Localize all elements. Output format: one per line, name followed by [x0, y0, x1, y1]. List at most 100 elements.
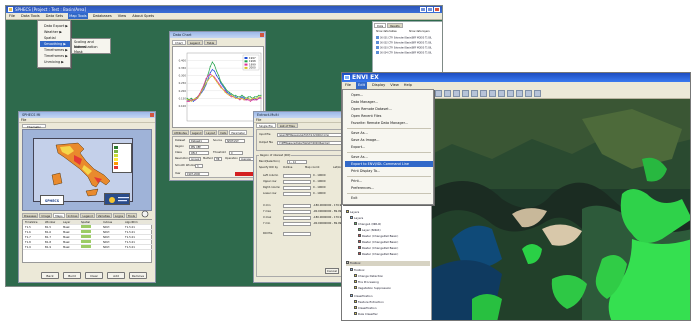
menu-item-highlighted[interactable]: Export to ENVI/IDL Command Line [345, 161, 433, 167]
tab-parameter[interactable]: Parameter [229, 130, 247, 135]
envi-menu-view[interactable]: View [390, 82, 399, 89]
annotate-icon[interactable] [525, 90, 532, 97]
smooth-field[interactable]: 3 [195, 164, 203, 168]
add-button[interactable]: Add [107, 272, 125, 279]
tree-node[interactable]: Toolbox [350, 268, 365, 273]
tab-thematic[interactable]: Thematic [22, 124, 46, 129]
tab-list-of-files[interactable]: List of files [276, 123, 298, 128]
open-icon[interactable] [435, 90, 442, 97]
tab-indices[interactable]: Indices [65, 213, 80, 218]
threshold-field[interactable]: 0 [229, 151, 243, 155]
select-icon[interactable] [498, 90, 505, 97]
list-item[interactable]: 00 004 CTP: Extracted Basin/BRF MODIS T1… [376, 51, 442, 55]
close-icon[interactable] [150, 113, 154, 117]
menu-map-tools[interactable]: Map Tools [68, 13, 88, 19]
menu-item[interactable]: Preferences... [345, 185, 433, 191]
tab-attributes[interactable]: Attributes [172, 130, 189, 135]
tree-node[interactable]: Raster (ChangeDet Basin) [358, 240, 398, 245]
input-file-field[interactable]: /spec/MFMeasure/sp/TAS7/2.6/2000/comp [277, 133, 347, 137]
menu-item[interactable]: Save As... [345, 154, 433, 160]
tree-node[interactable]: Layers [346, 210, 359, 215]
option-map-coordi-radio[interactable]: Map coordi [305, 166, 319, 170]
tree-node-header[interactable]: Toolbox [346, 261, 430, 266]
tree-node[interactable]: Layer (NIR-R) [358, 228, 381, 233]
output-file-field[interactable]: Y:/MFMeasure/Data/TAGS07/0000/Rep/Cell [277, 141, 347, 145]
ymin-field[interactable] [283, 222, 311, 226]
menu-item[interactable]: Open Recent Files [345, 113, 433, 119]
show-tables-checkbox[interactable]: Show data tables [376, 30, 397, 34]
menu-file[interactable]: File [8, 13, 16, 19]
tab-legend2[interactable]: Legend [189, 130, 204, 135]
tab-legend[interactable]: Legend [186, 40, 203, 45]
tab-logos[interactable]: Logos [112, 213, 126, 218]
menu-view[interactable]: View [117, 13, 128, 19]
lower-row-field[interactable] [283, 192, 311, 196]
maximize-icon[interactable] [427, 7, 433, 12]
envi-menu-edit[interactable]: Edit [356, 82, 367, 89]
menu-about[interactable]: About Spets [131, 13, 155, 19]
menu-data-sets[interactable]: Data Sets [45, 13, 65, 19]
envi-menu-display[interactable]: Display [372, 82, 385, 89]
minimize-icon[interactable] [420, 7, 426, 12]
list-item[interactable]: 00 001 CTP: Extracted Basin/BRF MODIS T1… [376, 36, 442, 40]
tree-node[interactable]: Classification [354, 306, 377, 311]
italy-map[interactable]: SPHECS [33, 138, 133, 205]
menu-item[interactable]: Favorite: Remote Data Manager... [345, 120, 433, 126]
cancel-button[interactable]: Cancel [325, 268, 339, 274]
tab-chart[interactable]: Chart [172, 40, 186, 45]
list-item[interactable]: 00 002 CTP: Extracted Basin/BRF MODIS T1… [376, 41, 442, 45]
rotate-icon[interactable] [489, 90, 496, 97]
tree-node[interactable]: Feature Extraction [354, 300, 384, 305]
menu-item[interactable]: Export... [345, 144, 433, 150]
tree-node[interactable]: Change1 (NIR-R) [354, 222, 381, 227]
tab-data[interactable]: Data [374, 23, 387, 28]
band-field[interactable]: 1 - 14 [287, 160, 307, 164]
menu-item[interactable]: Save As Image... [345, 137, 433, 143]
crosshair-icon[interactable] [507, 90, 514, 97]
tree-node[interactable]: Raster (ChangeDet Basin) [358, 252, 398, 257]
submenu-item[interactable]: Mask [74, 50, 110, 55]
resolution-field[interactable]: Annual [189, 157, 201, 161]
option-outline-radio[interactable]: Outline [283, 166, 292, 170]
menu-item[interactable]: Save As... [345, 130, 433, 136]
tab-single-file[interactable]: Single file [256, 123, 276, 128]
satellite-image-view[interactable] [432, 99, 690, 320]
list-item[interactable]: 00 003 CTP: Extracted Basin/BRF MODIS T1… [376, 46, 442, 50]
tree-node[interactable]: Raster (ChangeDet Basin) [358, 234, 398, 239]
menu-data-tools[interactable]: Data Tools [20, 13, 41, 19]
tree-node[interactable]: Change Detection [354, 274, 383, 279]
tab-results[interactable]: Results [387, 23, 403, 28]
pan-icon[interactable] [480, 90, 487, 97]
tab-varieties[interactable]: Varieties [95, 213, 112, 218]
back-button[interactable]: Back [41, 272, 59, 279]
menu-item[interactable]: Data Manager... [345, 99, 433, 105]
left-column-field[interactable] [283, 174, 311, 178]
region-field[interactable]: PIN_CEE [189, 145, 209, 149]
tab-layout[interactable]: Layout [204, 130, 218, 135]
measure-icon[interactable] [534, 90, 541, 97]
tab-cells[interactable]: Cells [218, 130, 229, 135]
remove-button[interactable]: Remove [129, 272, 147, 279]
table-row[interactable]: T1-9 B1-9 Mask NDVI T1-5.01 [23, 245, 153, 250]
tab-maps[interactable]: Maps [53, 213, 65, 218]
zoom-out-icon[interactable] [471, 90, 478, 97]
upper-row-field[interactable] [283, 180, 311, 184]
class-field[interactable]: CEL3 [189, 151, 209, 155]
envi-menu-help[interactable]: Help [404, 82, 412, 89]
xmax-field[interactable] [283, 216, 311, 220]
tree-node[interactable]: Layers [350, 216, 363, 221]
save-icon[interactable] [444, 90, 451, 97]
map-window-menu[interactable]: File [19, 118, 155, 123]
menu-item[interactable]: Print... [345, 178, 433, 184]
tab-diseases[interactable]: Diseases [22, 213, 39, 218]
menu-item[interactable]: Open... [345, 92, 433, 98]
tree-node[interactable]: Classification [350, 294, 373, 299]
menu-databases[interactable]: Databases [92, 13, 113, 19]
tree-node[interactable]: Raster (ChangeDet Basin) [358, 246, 398, 251]
zoom-in-icon[interactable] [462, 90, 469, 97]
roi-file-field[interactable] [283, 232, 311, 236]
clear-button[interactable]: Clear [85, 272, 103, 279]
menu-item[interactable]: Unmixing ▶ [40, 59, 70, 65]
build-button[interactable]: Build [63, 272, 81, 279]
year-field[interactable]: 1997-2000 [185, 172, 209, 176]
